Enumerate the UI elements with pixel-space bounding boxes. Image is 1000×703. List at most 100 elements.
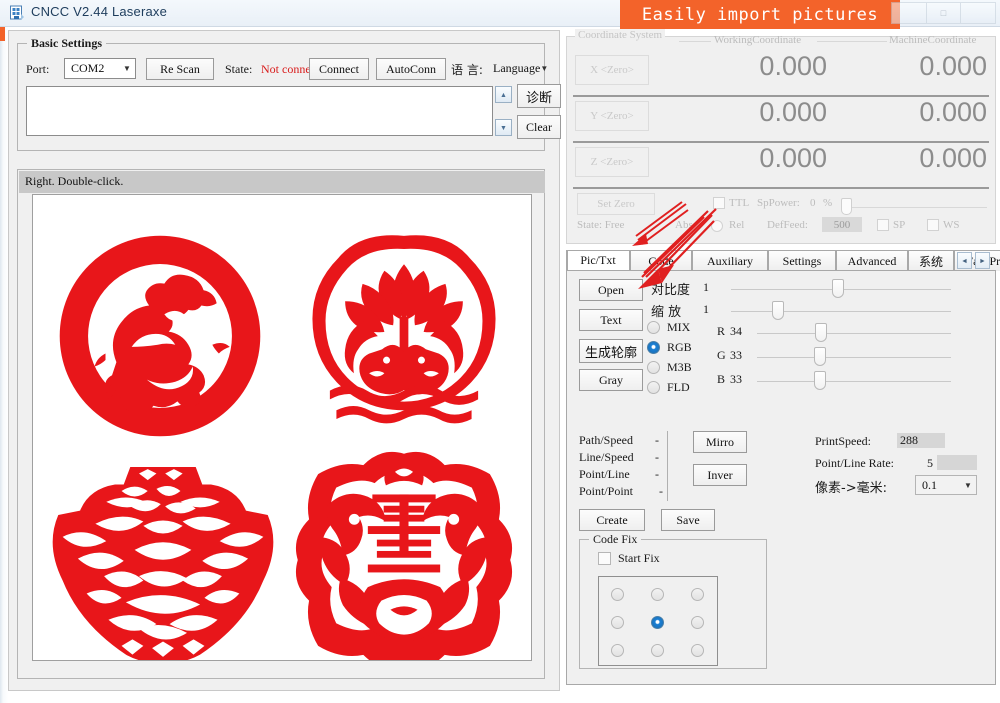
tab-strip: Pic/Txt Code Auxiliary Settings Advanced… [566, 250, 996, 272]
path-speed-label: Path/Speed [579, 433, 633, 448]
line-speed-label: Line/Speed [579, 450, 634, 465]
start-fix-checkbox[interactable] [598, 552, 611, 565]
clear-log-button[interactable]: Clear [517, 115, 561, 139]
x-zero-button[interactable]: X <Zero> [575, 55, 649, 85]
app-document-icon [9, 5, 25, 21]
text-button[interactable]: Text [579, 309, 643, 331]
language-select-value: Language [491, 61, 540, 76]
y-machine-value: 0.000 [835, 97, 987, 128]
code-fix-group: Code Fix Start Fix [579, 539, 767, 669]
sppower-slider-thumb[interactable] [841, 198, 852, 215]
mode-radio-m3b[interactable] [647, 361, 660, 374]
artwork-double-happiness-phoenix-papercut[interactable] [291, 447, 517, 661]
tab-system[interactable]: 系统 [908, 250, 954, 271]
r-slider-thumb[interactable] [815, 323, 827, 342]
b-slider-thumb[interactable] [814, 371, 826, 390]
log-scroll-up-button[interactable]: ▲ [495, 86, 512, 103]
invert-button[interactable]: Inver [693, 464, 747, 486]
scale-slider-thumb[interactable] [772, 301, 784, 320]
tab-pic-txt[interactable]: Pic/Txt [566, 250, 630, 271]
fix-anchor-bottom-left[interactable] [611, 644, 624, 657]
artwork-floral-bowl-papercut[interactable] [43, 453, 283, 661]
working-coordinate-header: WorkingCoordinate [714, 34, 801, 46]
maximize-button[interactable]: □ [926, 2, 962, 24]
generate-outline-button[interactable]: 生成轮廓 [579, 339, 643, 363]
b-slider-track[interactable] [757, 381, 951, 382]
fix-anchor-middle-right[interactable] [691, 616, 704, 629]
tab-auxiliary[interactable]: Auxiliary [692, 250, 768, 271]
ttl-checkbox[interactable] [713, 197, 725, 209]
printspeed-value[interactable]: 288 [897, 433, 945, 448]
mode-radio-rgb[interactable] [647, 341, 660, 354]
artwork-lotus-mandarin-duck-papercut[interactable] [295, 225, 513, 443]
port-select[interactable]: COM2 ▼ [64, 58, 136, 79]
create-button[interactable]: Create [579, 509, 645, 531]
chevron-down-icon: ▼ [119, 64, 135, 73]
diagnose-button[interactable]: 诊断 [517, 84, 561, 108]
gray-button[interactable]: Gray [579, 369, 643, 391]
point-line-rate-label: Point/Line Rate: [815, 456, 894, 471]
autoconn-button[interactable]: AutoConn [376, 58, 446, 80]
mode-label-m3b: M3B [667, 360, 692, 375]
fix-anchor-top-left[interactable] [611, 588, 624, 601]
tab-scroll-left-button[interactable]: ◄ [957, 252, 972, 269]
mirror-button[interactable]: Mirro [693, 431, 747, 453]
fix-anchor-middle-left[interactable] [611, 616, 624, 629]
mode-radio-fld[interactable] [647, 381, 660, 394]
contrast-slider-thumb[interactable] [832, 279, 844, 298]
language-select[interactable]: Language ▼ [491, 58, 545, 79]
fix-anchor-middle-center[interactable] [651, 616, 664, 629]
g-channel-value: 33 [730, 348, 742, 363]
save-button[interactable]: Save [661, 509, 715, 531]
tab-code[interactable]: Code [630, 250, 692, 271]
image-canvas[interactable] [32, 194, 532, 661]
state-label: State: [225, 62, 252, 77]
rel-radio[interactable] [711, 220, 723, 232]
sppower-slider-track[interactable] [849, 207, 987, 208]
scale-slider-track[interactable] [731, 311, 951, 312]
fix-anchor-top-center[interactable] [651, 588, 664, 601]
rel-label: Rel [729, 219, 744, 231]
open-image-button[interactable]: Open [579, 279, 643, 301]
code-fix-legend: Code Fix [589, 532, 641, 547]
mode-radio-mix[interactable] [647, 321, 660, 334]
x-machine-value: 0.000 [835, 51, 987, 82]
ws-checkbox[interactable] [927, 219, 939, 231]
fix-anchor-grid [598, 576, 718, 666]
rescan-button[interactable]: Re Scan [146, 58, 214, 80]
minimize-button[interactable] [891, 2, 927, 24]
deffeed-value[interactable]: 500 [822, 217, 862, 232]
g-slider-track[interactable] [757, 357, 951, 358]
log-scroll-down-button[interactable]: ▼ [495, 119, 512, 136]
log-textbox[interactable] [26, 86, 493, 136]
fix-anchor-bottom-right[interactable] [691, 644, 704, 657]
fix-anchor-bottom-center[interactable] [651, 644, 664, 657]
y-zero-button[interactable]: Y <Zero> [575, 101, 649, 131]
g-channel-label: G [717, 348, 726, 363]
connect-button[interactable]: Connect [309, 58, 369, 80]
artwork-dragon-papercut[interactable] [51, 227, 269, 445]
tab-settings[interactable]: Settings [768, 250, 836, 271]
canvas-hint: Right. Double-click. [19, 171, 545, 193]
b-channel-label: B [717, 372, 725, 387]
promo-banner: Easily import pictures [620, 0, 900, 29]
tab-scroll-right-button[interactable]: ► [975, 252, 990, 269]
point-point-label: Point/Point [579, 484, 633, 499]
z-zero-button[interactable]: Z <Zero> [575, 147, 649, 177]
port-select-value: COM2 [65, 61, 119, 76]
g-slider-thumb[interactable] [814, 347, 826, 366]
sppower-unit: % [823, 197, 832, 209]
point-line-rate-field[interactable] [937, 455, 977, 470]
x-working-value: 0.000 [687, 51, 827, 82]
tab-advanced[interactable]: Advanced [836, 250, 908, 271]
printspeed-label: PrintSpeed: [815, 434, 871, 449]
pixel-to-mm-label: 像素->毫米: [815, 477, 887, 496]
r-slider-track[interactable] [757, 333, 951, 334]
chevron-down-icon: ▼ [540, 64, 548, 73]
set-zero-button[interactable]: Set Zero [577, 193, 655, 215]
pixel-to-mm-select[interactable]: 0.1 ▼ [915, 475, 977, 495]
point-line-value: - [655, 467, 659, 482]
fix-anchor-top-right[interactable] [691, 588, 704, 601]
close-button[interactable] [960, 2, 996, 24]
sp-checkbox[interactable] [877, 219, 889, 231]
